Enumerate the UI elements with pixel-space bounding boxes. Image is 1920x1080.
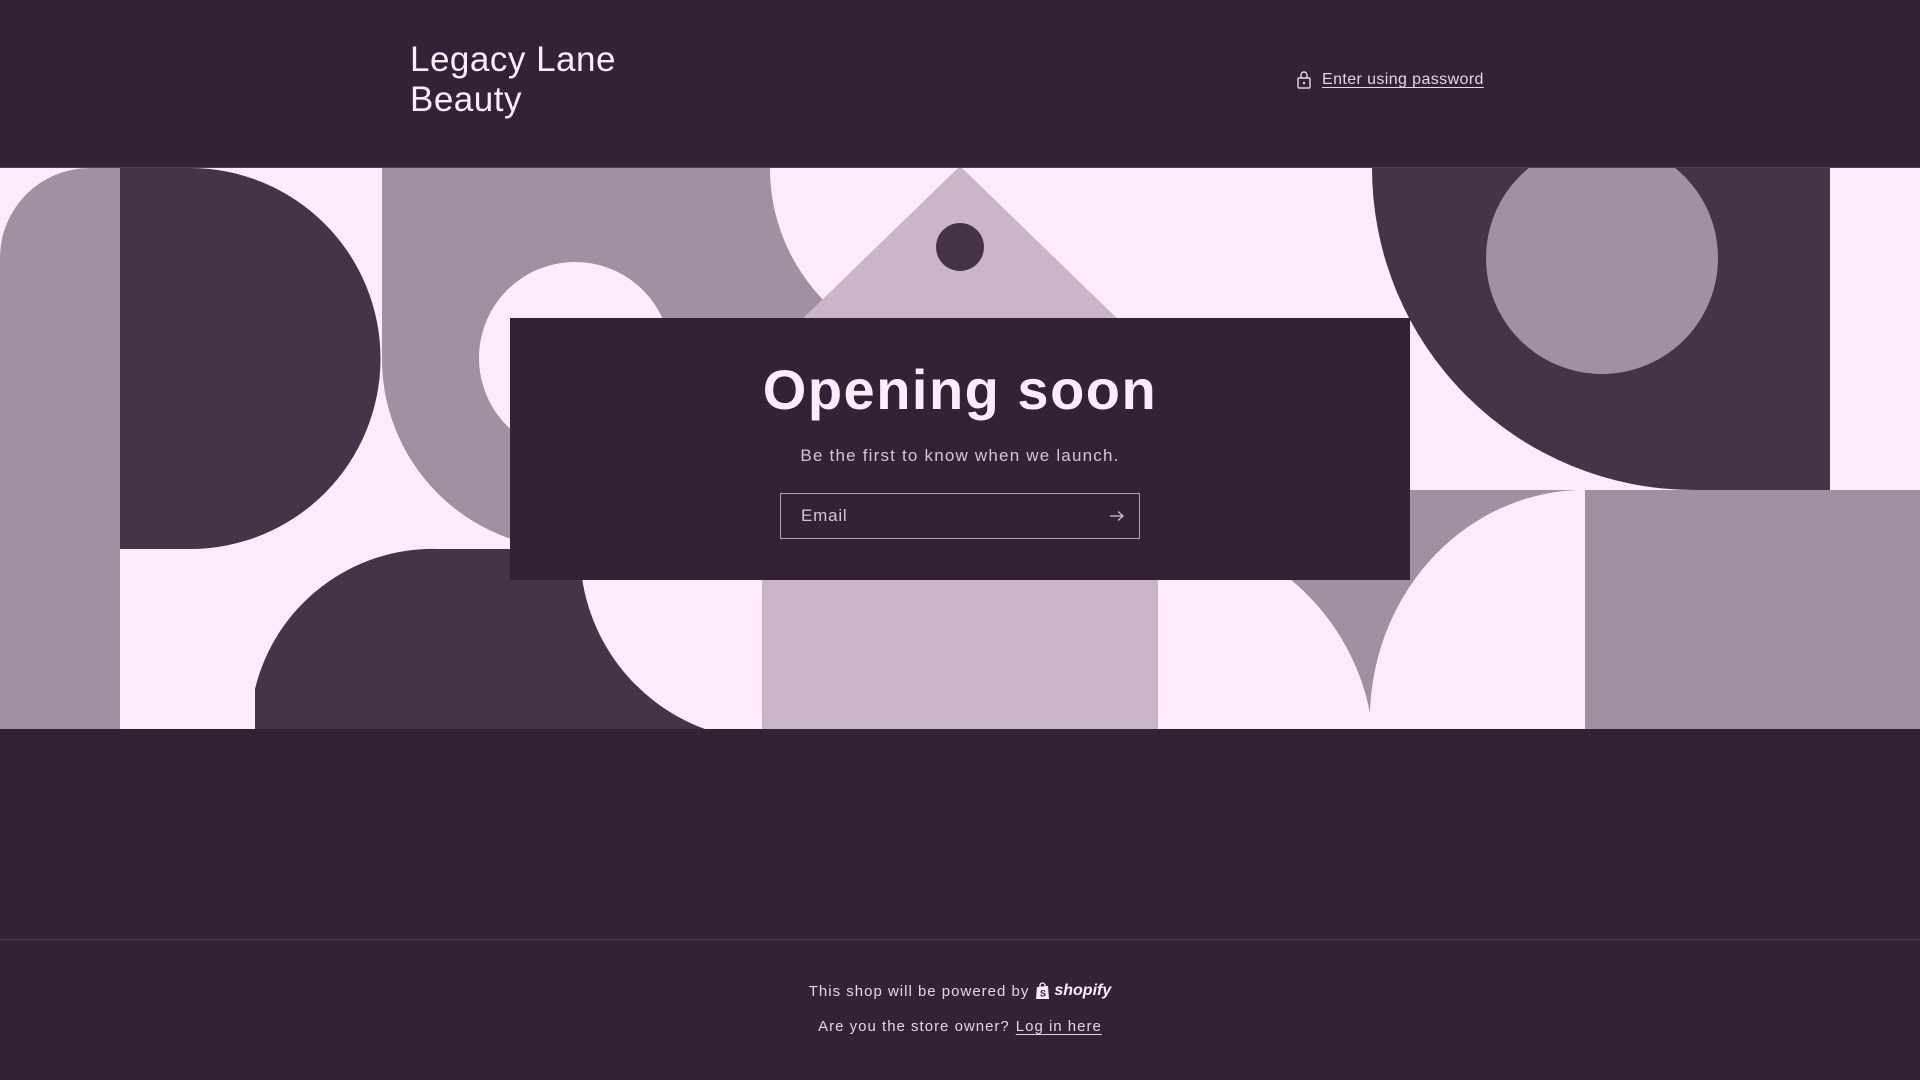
page-subtitle: Be the first to know when we launch. [800, 446, 1120, 465]
login-link[interactable]: Log in here [1016, 1018, 1102, 1035]
email-form [780, 493, 1140, 539]
page-title: Opening soon [762, 358, 1158, 421]
shopify-wordmark: shopify [1054, 982, 1112, 999]
svg-text:S: S [1040, 989, 1047, 999]
newsletter-card: Opening soon Be the first to know when w… [510, 318, 1410, 580]
arrow-right-icon [1110, 511, 1124, 521]
lock-icon [1297, 71, 1311, 89]
owner-login: Are you the store owner? Log in here [0, 1018, 1920, 1035]
owner-question: Are you the store owner? [818, 1018, 1010, 1035]
site-header: Legacy Lane Beauty Enter using password [0, 0, 1920, 168]
hero-banner: Opening soon Be the first to know when w… [0, 168, 1920, 729]
shopify-logo[interactable]: S shopify [1035, 982, 1111, 1000]
store-brand[interactable]: Legacy Lane Beauty [410, 40, 730, 120]
powered-text: This shop will be powered by [808, 982, 1030, 1000]
enter-password-label: Enter using password [1322, 71, 1484, 88]
brand-line-1: Legacy Lane [410, 40, 616, 79]
email-field[interactable] [781, 494, 1095, 538]
shopify-bag-icon: S [1036, 982, 1050, 999]
powered-by: This shop will be powered by S shopify [0, 982, 1920, 1000]
enter-password-link[interactable]: Enter using password [1296, 70, 1484, 90]
subscribe-button[interactable] [1095, 494, 1139, 538]
site-footer: This shop will be powered by S shopify A… [0, 939, 1920, 1080]
brand-line-2: Beauty [410, 80, 522, 119]
